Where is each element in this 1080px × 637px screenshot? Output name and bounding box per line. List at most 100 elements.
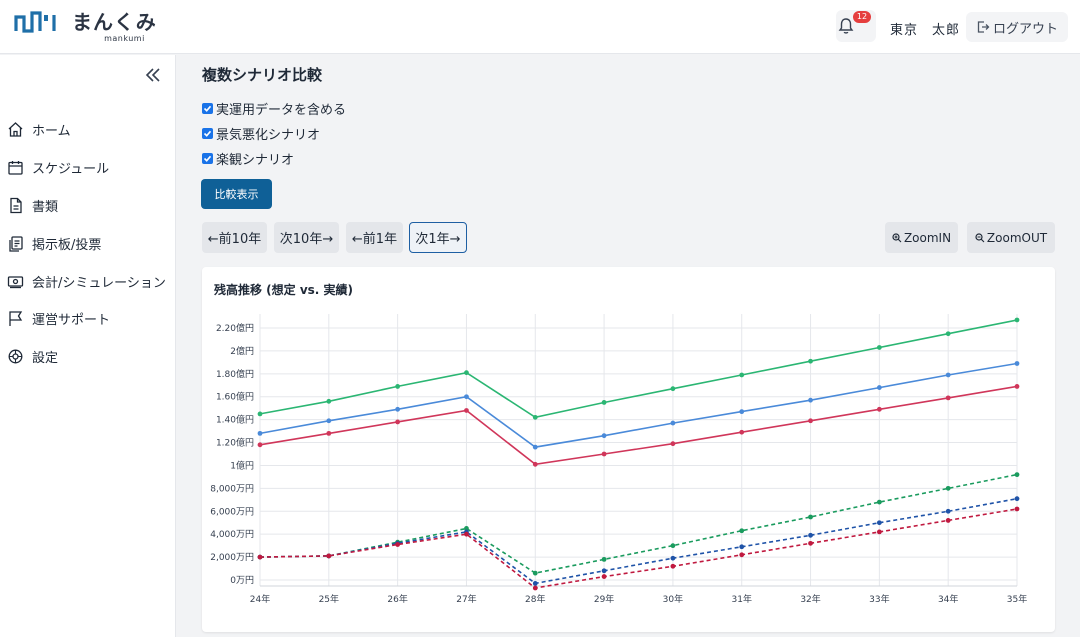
data-point[interactable] bbox=[945, 372, 951, 378]
data-point[interactable] bbox=[532, 444, 538, 450]
zoom-in-icon bbox=[892, 232, 902, 242]
data-point[interactable] bbox=[876, 499, 882, 505]
sidebar-item-settings[interactable]: 設定 bbox=[0, 338, 176, 376]
zoom-out-button[interactable]: ZoomOUT bbox=[967, 222, 1055, 253]
data-point[interactable] bbox=[257, 442, 263, 448]
data-point[interactable] bbox=[1014, 472, 1020, 478]
data-point[interactable] bbox=[876, 345, 882, 350]
prev-1-year-button[interactable]: ←前1年 bbox=[346, 222, 403, 253]
data-point[interactable] bbox=[532, 570, 538, 576]
data-point[interactable] bbox=[464, 394, 469, 400]
data-point[interactable] bbox=[395, 542, 401, 547]
data-point[interactable] bbox=[808, 418, 813, 424]
data-point[interactable] bbox=[945, 508, 951, 514]
data-point[interactable] bbox=[945, 485, 951, 491]
data-point[interactable] bbox=[464, 370, 469, 376]
data-point[interactable] bbox=[601, 568, 607, 574]
checkbox-label: 景気悪化シナリオ bbox=[216, 128, 321, 143]
data-point[interactable] bbox=[1014, 384, 1020, 389]
prev-10-years-button[interactable]: ←前10年 bbox=[202, 222, 267, 253]
data-point[interactable] bbox=[876, 520, 882, 526]
checkbox-recession-scenario[interactable]: 景気悪化シナリオ bbox=[202, 124, 320, 143]
data-point[interactable] bbox=[670, 420, 676, 426]
data-point[interactable] bbox=[532, 414, 538, 420]
data-point[interactable] bbox=[876, 529, 882, 535]
data-point[interactable] bbox=[1014, 496, 1020, 502]
data-point[interactable] bbox=[601, 433, 607, 439]
data-point[interactable] bbox=[1014, 361, 1020, 366]
data-point[interactable] bbox=[670, 441, 676, 447]
data-point[interactable] bbox=[670, 543, 676, 549]
home-icon bbox=[8, 122, 23, 138]
next-10-years-button[interactable]: 次10年→ bbox=[274, 222, 339, 253]
sidebar-item-schedule[interactable]: スケジュール bbox=[0, 149, 176, 187]
data-point[interactable] bbox=[808, 532, 813, 538]
data-point[interactable] bbox=[808, 514, 813, 520]
data-point[interactable] bbox=[601, 451, 607, 457]
data-point[interactable] bbox=[739, 528, 745, 534]
data-point[interactable] bbox=[876, 406, 882, 412]
checkbox-optimistic-scenario[interactable]: 楽観シナリオ bbox=[202, 149, 294, 168]
sidebar-item-accounting[interactable]: 会計/シミュレーション bbox=[0, 262, 176, 300]
notification-button[interactable]: 12 bbox=[836, 10, 876, 42]
next-1-year-button[interactable]: 次1年→ bbox=[409, 222, 467, 253]
y-tick-label: 4,000万円 bbox=[210, 529, 254, 540]
sidebar-item-support[interactable]: 運営サポート bbox=[0, 300, 176, 338]
data-point[interactable] bbox=[326, 430, 332, 436]
data-point[interactable] bbox=[395, 419, 401, 425]
data-point[interactable] bbox=[808, 540, 813, 546]
logout-label: ログアウト bbox=[993, 21, 1059, 37]
data-point[interactable] bbox=[601, 574, 607, 579]
data-point[interactable] bbox=[395, 406, 401, 412]
x-tick-label: 25年 bbox=[319, 593, 339, 605]
data-point[interactable] bbox=[739, 552, 745, 558]
data-point[interactable] bbox=[945, 395, 951, 401]
data-point[interactable] bbox=[601, 556, 607, 562]
data-point[interactable] bbox=[326, 418, 332, 424]
checkbox-include-actual-data[interactable]: 実運用データを含める bbox=[202, 99, 346, 118]
data-point[interactable] bbox=[532, 581, 538, 586]
data-point[interactable] bbox=[739, 409, 745, 415]
checkbox-label: 実運用データを含める bbox=[216, 103, 347, 118]
data-point[interactable] bbox=[1014, 317, 1020, 323]
data-point[interactable] bbox=[670, 563, 676, 569]
logo[interactable]: まんくみ mankumi bbox=[14, 9, 157, 43]
sidebar-item-home[interactable]: ホーム bbox=[0, 111, 176, 149]
data-point[interactable] bbox=[464, 408, 469, 413]
data-point[interactable] bbox=[532, 585, 538, 591]
collapse-sidebar-icon[interactable] bbox=[144, 67, 162, 83]
data-point[interactable] bbox=[532, 461, 538, 467]
y-tick-label: 2億円 bbox=[230, 345, 254, 357]
data-point[interactable] bbox=[326, 553, 332, 559]
data-point[interactable] bbox=[739, 372, 745, 378]
data-point[interactable] bbox=[601, 400, 607, 405]
data-point[interactable] bbox=[670, 386, 676, 392]
checkbox-checked-icon[interactable] bbox=[202, 103, 213, 114]
data-point[interactable] bbox=[739, 429, 745, 435]
checkbox-checked-icon[interactable] bbox=[202, 153, 213, 164]
logout-button[interactable]: ログアウト bbox=[966, 12, 1068, 42]
data-point[interactable] bbox=[257, 430, 263, 436]
data-point[interactable] bbox=[326, 398, 332, 404]
zoom-in-button[interactable]: ZoomIN bbox=[885, 222, 958, 253]
data-point[interactable] bbox=[945, 331, 951, 337]
data-point[interactable] bbox=[257, 411, 263, 417]
zoom-out-label: ZoomOUT bbox=[986, 230, 1048, 245]
sidebar-item-board[interactable]: 掲示板/投票 bbox=[0, 224, 176, 262]
data-point[interactable] bbox=[464, 531, 469, 537]
data-point[interactable] bbox=[808, 397, 813, 403]
sidebar-item-documents[interactable]: 書類 bbox=[0, 187, 176, 225]
compare-button[interactable]: 比較表示 bbox=[201, 179, 272, 209]
data-point[interactable] bbox=[808, 358, 813, 364]
data-point[interactable] bbox=[739, 544, 745, 550]
data-point[interactable] bbox=[945, 518, 951, 523]
data-point[interactable] bbox=[257, 554, 263, 560]
logout-icon bbox=[977, 21, 990, 33]
data-point[interactable] bbox=[670, 555, 676, 561]
data-point[interactable] bbox=[1014, 506, 1020, 512]
x-tick-label: 32年 bbox=[800, 593, 820, 605]
page-title: 複数シナリオ比較 bbox=[202, 66, 323, 84]
data-point[interactable] bbox=[876, 385, 882, 390]
data-point[interactable] bbox=[395, 384, 401, 389]
checkbox-checked-icon[interactable] bbox=[202, 128, 213, 139]
